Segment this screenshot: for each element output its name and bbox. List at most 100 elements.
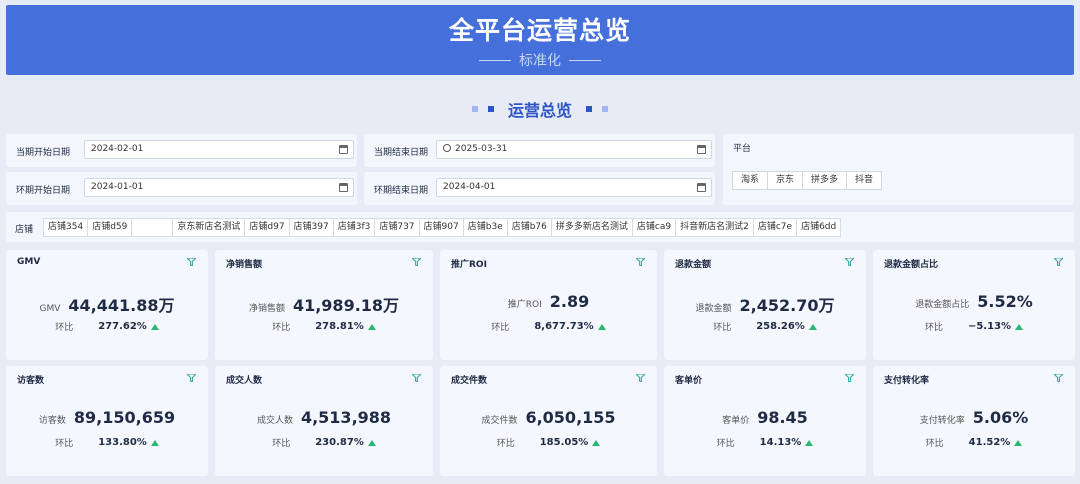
- kpi-label: GMV: [39, 304, 61, 314]
- filter-icon[interactable]: [412, 374, 421, 382]
- store-tag[interactable]: 拼多多新店名测试: [550, 218, 633, 237]
- kpi-value-row: GMV 44,441.88万: [6, 292, 208, 316]
- kpi-change-label: 环比: [272, 323, 291, 333]
- store-tag[interactable]: 店铺d59: [87, 218, 133, 237]
- kpi-change-value: 185.05%: [539, 437, 589, 448]
- platform-selector: 淘系 京东 拼多多 抖音: [732, 171, 883, 190]
- kpi-card: 退款金额占比 退款金额占比 5.52% 环比 −5.13%: [873, 250, 1075, 360]
- kpi-card: GMV GMV 44,441.88万 环比 277.62%: [6, 250, 208, 360]
- kpi-value-row: 访客数 89,150,659: [6, 408, 208, 427]
- divider: [479, 59, 511, 61]
- kpi-card-title: 推广ROI: [451, 260, 487, 270]
- kpi-change-label: 环比: [713, 323, 732, 333]
- filter-icon[interactable]: [845, 258, 854, 266]
- up-arrow-icon: [1014, 439, 1023, 446]
- kpi-label: 访客数: [38, 416, 66, 426]
- up-arrow-icon: [150, 323, 159, 330]
- store-tag[interactable]: 店铺6dd: [796, 218, 842, 237]
- up-arrow-icon: [367, 439, 376, 446]
- kpi-value-row: 退款金额 2,452.70万: [664, 292, 866, 316]
- kpi-card-title: GMV: [17, 257, 41, 267]
- platform-tag-douyin[interactable]: 抖音: [846, 171, 883, 190]
- kpi-label: 成交件数: [481, 416, 518, 426]
- kpi-label: 客单价: [722, 416, 750, 426]
- platform-tag-jd[interactable]: 京东: [767, 171, 804, 190]
- store-tag[interactable]: [131, 218, 174, 237]
- prev-end-date-value: 2024-04-01: [443, 182, 496, 192]
- kpi-card: 推广ROI 推广ROI 2.89 环比 8,677.73%: [440, 250, 657, 360]
- filter-icon[interactable]: [412, 258, 421, 266]
- dashboard-header: 全平台运营总览 标准化: [6, 5, 1074, 75]
- store-tag[interactable]: 店铺c7e: [752, 218, 798, 237]
- filter-icon[interactable]: [187, 374, 196, 382]
- store-tag[interactable]: 京东新店名测试: [172, 218, 246, 237]
- store-tag[interactable]: 店铺907: [418, 218, 464, 237]
- kpi-change-value: 8,677.73%: [534, 321, 594, 332]
- section-title-text: 运营总览: [507, 101, 572, 120]
- kpi-change-label: 环比: [55, 439, 74, 449]
- kpi-card-title: 净销售额: [226, 260, 263, 270]
- platform-panel: 平台 淘系 京东 拼多多 抖音: [723, 134, 1074, 205]
- kpi-change-row: 环比 258.26%: [664, 320, 866, 333]
- kpi-change-value: 230.87%: [315, 437, 364, 448]
- kpi-change-row: 环比 230.87%: [215, 436, 433, 449]
- filter-icon[interactable]: [1054, 374, 1063, 382]
- kpi-value: 98.45: [757, 408, 808, 427]
- kpi-value: 4,513,988: [300, 408, 392, 427]
- cur-end-date-input[interactable]: 2025-03-31: [436, 140, 712, 159]
- prev-start-date-input[interactable]: 2024-01-01: [84, 178, 354, 197]
- store-tag[interactable]: 店铺d97: [244, 218, 290, 237]
- decor-square-icon: [487, 106, 494, 112]
- kpi-change-row: 环比 41.52%: [873, 436, 1075, 449]
- store-panel: 店铺 店铺354 店铺d59 京东新店名测试 店铺d97 店铺397 店铺3f3…: [6, 212, 1074, 242]
- prev-start-panel: 环期开始日期 2024-01-01: [6, 172, 357, 205]
- kpi-value: 2,452.70万: [739, 296, 835, 315]
- kpi-value: 89,150,659: [73, 408, 176, 427]
- store-selector: 店铺354 店铺d59 京东新店名测试 店铺d97 店铺397 店铺3f3 店铺…: [43, 218, 842, 237]
- kpi-value: 44,441.88万: [68, 296, 175, 315]
- filter-icon[interactable]: [845, 374, 854, 382]
- platform-tag-taoxi[interactable]: 淘系: [732, 171, 769, 190]
- kpi-value-row: 推广ROI 2.89: [440, 292, 657, 311]
- kpi-card-title: 退款金额占比: [884, 260, 939, 270]
- store-tag[interactable]: 店铺3f3: [332, 218, 376, 237]
- kpi-label: 退款金额: [695, 304, 732, 314]
- store-tag[interactable]: 店铺ca9: [631, 218, 677, 237]
- store-tag[interactable]: 店铺354: [43, 218, 89, 237]
- store-tag[interactable]: 抖音新店名测试2: [675, 218, 754, 237]
- store-tag[interactable]: 店铺737: [374, 218, 420, 237]
- store-tag[interactable]: 店铺b76: [506, 218, 552, 237]
- platform-tag-pdd[interactable]: 拼多多: [802, 171, 848, 190]
- kpi-label: 退款金额占比: [915, 300, 970, 310]
- filter-icon[interactable]: [636, 374, 645, 382]
- store-tag[interactable]: 店铺397: [288, 218, 334, 237]
- calendar-icon[interactable]: [697, 183, 706, 192]
- cur-end-panel: 当期结束日期 2025-03-31: [364, 134, 715, 167]
- kpi-card: 客单价 客单价 98.45 环比 14.13%: [664, 366, 866, 476]
- kpi-label: 净销售额: [248, 304, 285, 314]
- store-tag[interactable]: 店铺b3e: [462, 218, 508, 237]
- kpi-change-value: 278.81%: [315, 321, 364, 332]
- kpi-card-title: 客单价: [675, 376, 703, 386]
- up-arrow-icon: [1015, 323, 1024, 330]
- subtitle-text: 标准化: [519, 53, 561, 69]
- kpi-change-row: 环比 −5.13%: [873, 320, 1075, 333]
- kpi-change-row: 环比 133.80%: [6, 436, 208, 449]
- calendar-icon[interactable]: [339, 183, 348, 192]
- up-arrow-icon: [597, 323, 606, 330]
- cur-start-date-input[interactable]: 2024-02-01: [84, 140, 354, 159]
- filter-icon[interactable]: [187, 258, 196, 266]
- store-label: 店铺: [15, 225, 34, 235]
- kpi-value: 6,050,155: [525, 408, 616, 427]
- calendar-icon[interactable]: [697, 145, 706, 154]
- kpi-change-value: −5.13%: [967, 321, 1012, 332]
- filter-icon[interactable]: [1054, 258, 1063, 266]
- calendar-icon[interactable]: [339, 145, 348, 154]
- prev-end-date-input[interactable]: 2024-04-01: [436, 178, 712, 197]
- kpi-change-label: 环比: [925, 439, 944, 449]
- kpi-card-title: 支付转化率: [884, 376, 930, 386]
- kpi-value: 2.89: [549, 292, 590, 311]
- kpi-value-row: 退款金额占比 5.52%: [873, 292, 1075, 311]
- kpi-value-row: 支付转化率 5.06%: [873, 408, 1075, 427]
- filter-icon[interactable]: [636, 258, 645, 266]
